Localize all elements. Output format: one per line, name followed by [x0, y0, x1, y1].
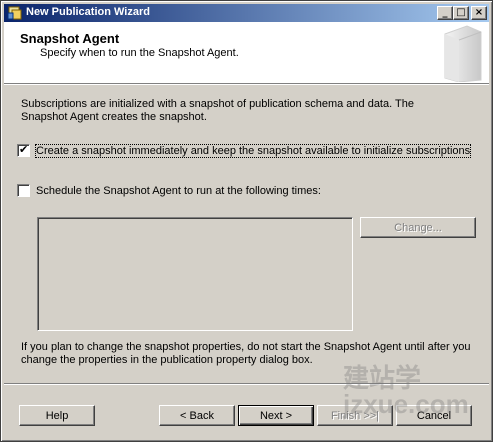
create-snapshot-checkbox[interactable]: ✔: [17, 143, 30, 157]
check-icon: ✔: [19, 143, 29, 156]
app-icon: [7, 6, 22, 20]
schedule-agent-checkbox[interactable]: [17, 184, 30, 197]
create-snapshot-label[interactable]: Create a snapshot immediately and keep t…: [34, 144, 472, 158]
footer-divider: [4, 383, 489, 385]
wizard-window: New Publication Wizard _ □ × Snapshot Ag…: [0, 0, 493, 442]
intro-text: Subscriptions are initialized with a sna…: [21, 98, 414, 123]
change-button[interactable]: Change...: [360, 217, 476, 238]
header-divider: [4, 84, 489, 85]
next-button[interactable]: Next >: [238, 405, 314, 426]
wizard-banner-icon: [444, 25, 482, 82]
schedule-agent-label[interactable]: Schedule the Snapshot Agent to run at th…: [36, 185, 321, 197]
wizard-header: Snapshot Agent Specify when to run the S…: [4, 22, 489, 84]
minimize-button[interactable]: _: [437, 6, 453, 20]
page-subtitle: Specify when to run the Snapshot Agent.: [40, 47, 239, 59]
help-button[interactable]: Help: [19, 405, 95, 426]
note-text: If you plan to change the snapshot prope…: [21, 341, 471, 366]
maximize-button[interactable]: □: [453, 6, 469, 20]
back-button[interactable]: < Back: [159, 405, 235, 426]
page-title: Snapshot Agent: [20, 31, 120, 46]
cancel-button[interactable]: Cancel: [396, 405, 472, 426]
close-button[interactable]: ×: [471, 6, 487, 20]
finish-button[interactable]: Finish >>|: [317, 405, 393, 426]
schedule-description-box: [37, 217, 353, 331]
window-title: New Publication Wizard: [26, 6, 150, 18]
title-bar[interactable]: New Publication Wizard _ □ ×: [4, 4, 489, 22]
